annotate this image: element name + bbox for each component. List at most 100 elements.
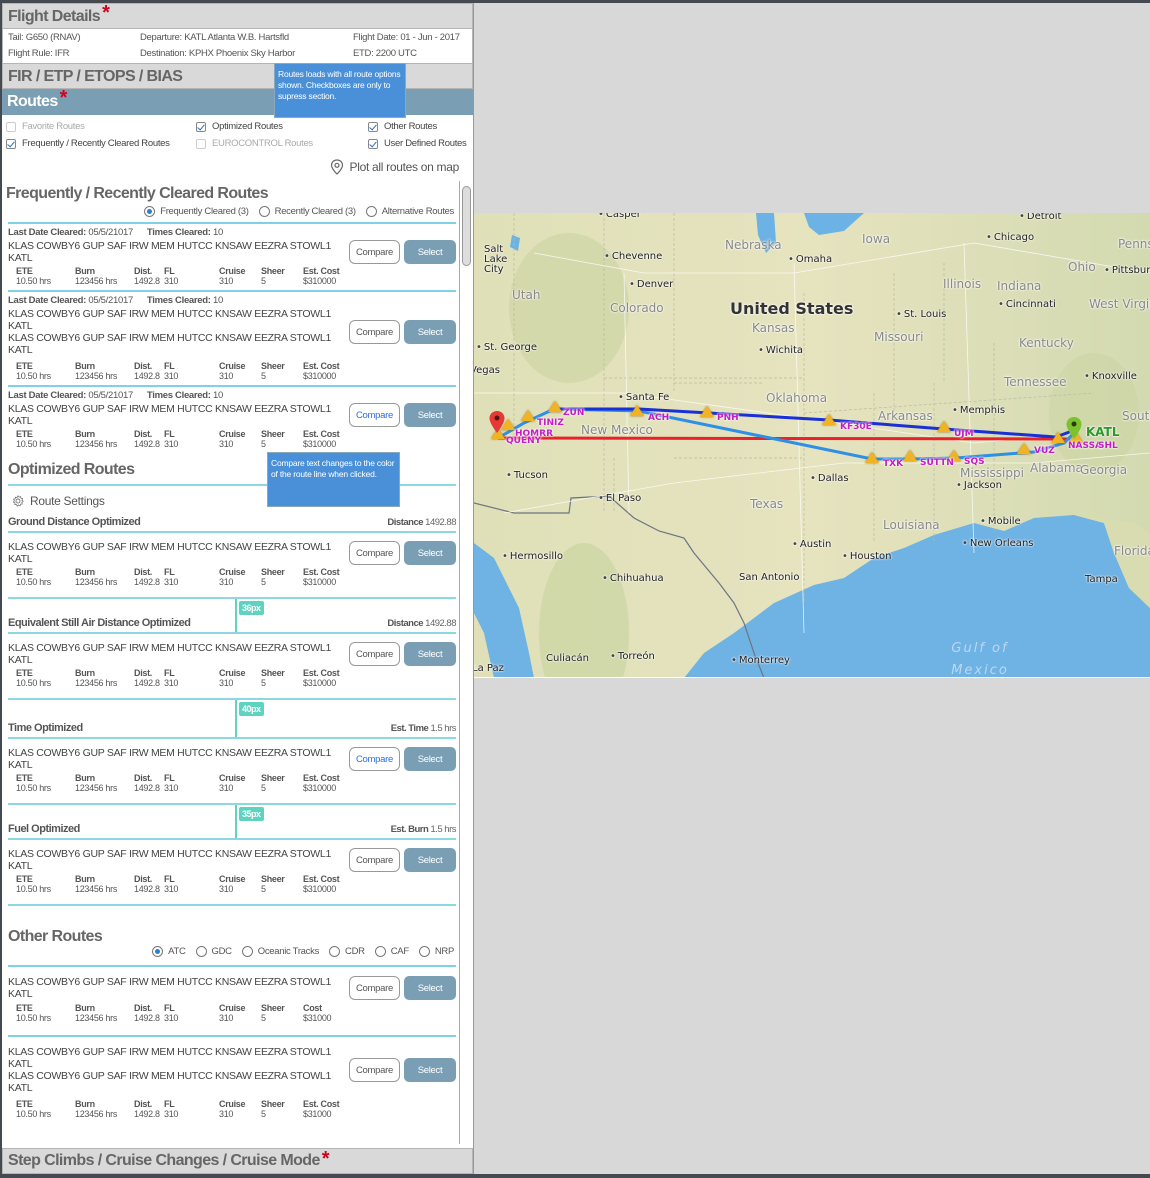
metric-label: Distance — [387, 517, 424, 528]
radio-empty-icon[interactable] — [195, 946, 207, 957]
route-map[interactable]: ZUN TINIZ HOMRR QUENY ACH PNH KF30E UJM … — [474, 213, 1150, 678]
route-row: KLAS COWBY6 GUP SAF IRW MEM HUTCC KNSAW … — [8, 642, 456, 666]
checkbox-checked-icon[interactable] — [368, 121, 378, 132]
checkbox-checked-icon[interactable] — [196, 121, 206, 132]
plot-all-routes-link[interactable]: Plot all routes on map — [2, 149, 473, 175]
scrollbar-thumb[interactable] — [462, 186, 471, 266]
compare-button[interactable]: Compare — [349, 976, 400, 1000]
select-button[interactable]: Select — [404, 976, 456, 1000]
frequent-routes-radio-group: Frequently Cleared (3) Recently Cleared (… — [6, 203, 458, 217]
radio-option[interactable]: CDR — [329, 946, 365, 957]
stat-value-fl: 310 — [164, 276, 179, 286]
waypoint-marker[interactable] — [903, 450, 917, 461]
stat-header: Sheer — [261, 1099, 285, 1109]
map-label-city: Dallas — [810, 473, 849, 484]
radio-label: CAF — [390, 946, 409, 957]
filter-checkbox[interactable]: Other Routes — [368, 121, 469, 132]
select-button[interactable]: Select — [404, 642, 456, 666]
select-button[interactable]: Select — [404, 1058, 456, 1082]
checkbox-empty-icon[interactable] — [6, 121, 16, 132]
compare-button[interactable]: Compare — [349, 848, 400, 872]
routes-annotation-tooltip: Routes loads with all route options show… — [274, 63, 406, 118]
route-row: KLAS COWBY6 GUP SAF IRW MEM HUTCC KNSAW … — [8, 308, 456, 356]
radio-label: Oceanic Tracks — [257, 946, 320, 957]
route-string: KLAS COWBY6 GUP SAF IRW MEM HUTCC KNSAW … — [8, 642, 349, 666]
map-label-state: Tennessee — [1004, 375, 1067, 389]
radio-empty-icon[interactable] — [329, 946, 341, 957]
radio-empty-icon[interactable] — [241, 946, 253, 957]
compare-button[interactable]: Compare — [349, 642, 400, 666]
filter-checkbox[interactable]: Frequently / Recently Cleared Routes — [6, 138, 196, 149]
filter-checkbox[interactable]: Optimized Routes — [196, 121, 368, 132]
compare-button[interactable]: Compare — [349, 1058, 400, 1082]
radio-option[interactable]: Oceanic Tracks — [241, 946, 320, 957]
radio-label: Recently Cleared (3) — [274, 206, 356, 217]
other-routes-heading: Other Routes — [8, 928, 103, 945]
compare-button[interactable]: Compare — [349, 747, 400, 771]
step-climbs-header[interactable]: Step Climbs / Cruise Changes / Cruise Mo… — [2, 1148, 473, 1174]
radio-empty-icon[interactable] — [418, 946, 430, 957]
spacing-annotation-badge: 35px — [239, 807, 264, 821]
map-label-city: Santa Fe — [618, 392, 669, 403]
map-label-city: El Paso — [598, 493, 641, 504]
radio-selected-icon[interactable] — [144, 206, 156, 217]
route-string: KLAS COWBY6 GUP SAF IRW MEM HUTCC KNSAW … — [8, 308, 349, 356]
map-label-country: United States — [730, 299, 854, 318]
checkbox-checked-icon[interactable] — [368, 138, 378, 149]
map-label-state: Colorado — [610, 301, 664, 315]
stat-header: FL — [164, 874, 175, 884]
filter-checkbox[interactable]: User Defined Routes — [368, 138, 469, 149]
radio-option[interactable]: CAF — [374, 946, 409, 957]
waypoint-marker[interactable] — [521, 410, 535, 421]
destination-pin-icon[interactable] — [488, 410, 506, 434]
stat-header: Burn — [75, 874, 95, 884]
select-button[interactable]: Select — [404, 403, 456, 427]
waypoint-marker[interactable] — [1051, 432, 1065, 443]
flight-planning-panel: Flight Details * Tail: G650 (RNAV) Depart… — [2, 3, 474, 1174]
radio-option[interactable]: Frequently Cleared (3) — [144, 206, 249, 217]
compare-button[interactable]: Compare — [349, 320, 400, 344]
radio-option[interactable]: ATC — [152, 946, 186, 957]
last-date-value: 05/5/21017 — [88, 295, 133, 306]
waypoint-marker[interactable] — [865, 452, 879, 463]
route-string-line: KLAS COWBY6 GUP SAF IRW MEM HUTCC KNSAW … — [8, 642, 331, 666]
stat-value-dist: 1492.8 — [134, 884, 160, 894]
waypoint-marker[interactable] — [822, 414, 836, 425]
last-date-label: Last Date Cleared: — [8, 295, 87, 306]
compare-button[interactable]: Compare — [349, 240, 400, 264]
radio-option[interactable]: NRP — [418, 946, 454, 957]
checkbox-empty-icon[interactable] — [196, 138, 206, 149]
destination: Destination: KPHX Phoenix Sky Harbor — [140, 48, 296, 59]
select-button[interactable]: Select — [404, 541, 456, 565]
select-button[interactable]: Select — [404, 747, 456, 771]
select-button[interactable]: Select — [404, 848, 456, 872]
radio-empty-icon[interactable] — [365, 206, 377, 217]
route-string-line: KLAS COWBY6 GUP SAF IRW MEM HUTCC KNSAW … — [8, 541, 331, 565]
radio-option[interactable]: Recently Cleared (3) — [258, 206, 356, 217]
radio-option[interactable]: Alternative Routes — [365, 206, 454, 217]
flight-details-header[interactable]: Flight Details * — [2, 3, 473, 29]
radio-selected-icon[interactable] — [152, 946, 164, 957]
compare-button[interactable]: Compare — [349, 541, 400, 565]
waypoint-label: TXK — [883, 459, 904, 469]
waypoint-marker[interactable] — [937, 421, 951, 432]
waypoint-marker[interactable] — [548, 401, 562, 412]
waypoint-marker[interactable] — [1017, 443, 1031, 454]
waypoint-marker[interactable] — [630, 405, 644, 416]
waypoint-marker[interactable] — [700, 406, 714, 417]
routes-scroll-area[interactable]: Frequently / Recently Cleared Routes Fre… — [2, 181, 473, 1146]
radio-option[interactable]: GDC — [195, 946, 232, 957]
route-body: KLAS COWBY6 GUP SAF IRW MEM HUTCC KNSAW … — [8, 238, 456, 264]
origin-pin-icon[interactable] — [1065, 416, 1083, 440]
checkbox-checked-icon[interactable] — [6, 138, 16, 149]
radio-empty-icon[interactable] — [258, 206, 270, 217]
select-button[interactable]: Select — [404, 240, 456, 264]
origin-airport-label: KATL — [1086, 425, 1120, 439]
select-button[interactable]: Select — [404, 320, 456, 344]
vertical-scrollbar[interactable] — [459, 181, 471, 1144]
radio-empty-icon[interactable] — [374, 946, 386, 957]
metric-value: 1.5 hrs — [430, 824, 456, 835]
stats-wrap: ETE Burn Dist. FL Cruise Sheer Cost 10.50 hrs 12… — [8, 1000, 456, 1035]
compare-button[interactable]: Compare — [349, 403, 400, 427]
map-label-city: Vegas — [474, 365, 500, 376]
